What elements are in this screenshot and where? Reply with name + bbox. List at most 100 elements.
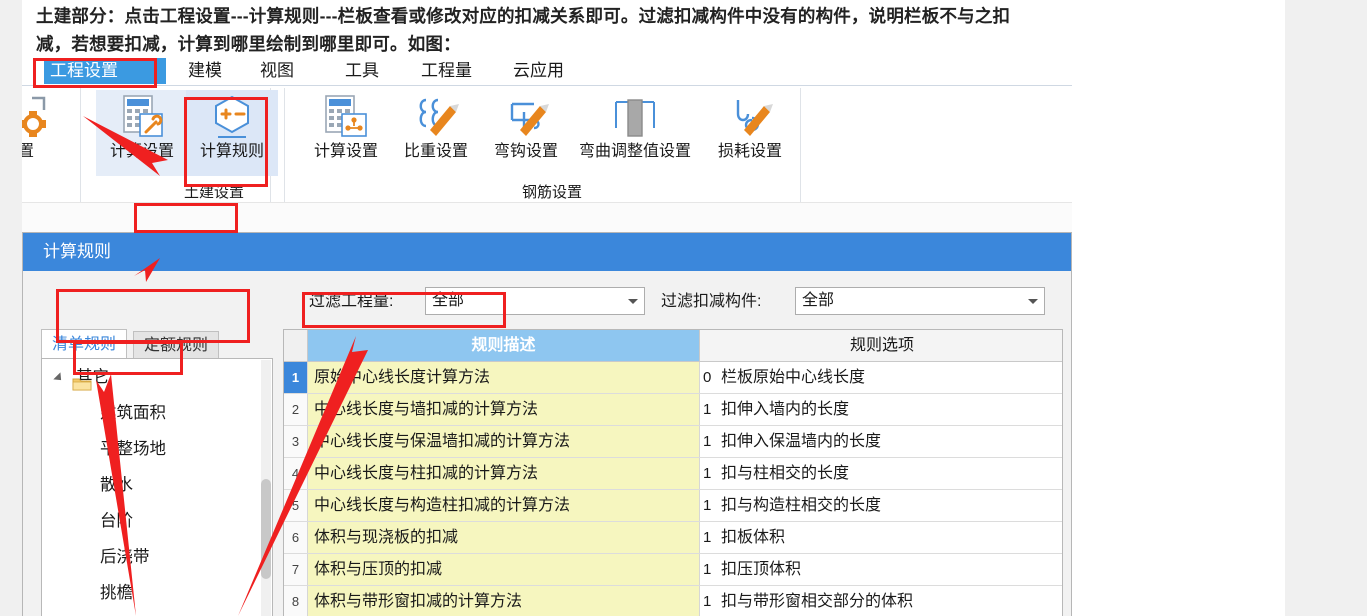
ribbon-button-calc-settings-civil-label: 计算设置 (109, 143, 174, 160)
ribbon-button-calc-rules-label: 计算规则 (199, 143, 264, 160)
rules-tab-bar: 清单规则 定额规则 (41, 329, 273, 359)
dialog-title: 计算规则 (23, 233, 1071, 271)
row-option[interactable]: 扣与柱相交的长度 (721, 458, 1062, 489)
ribbon-button-weight-settings[interactable]: 比重设置 (390, 90, 482, 176)
tab-quantity[interactable]: 工程量 (415, 58, 478, 84)
tree-item-label: 后浇带 (100, 548, 150, 566)
tree-item[interactable]: 散水 (42, 467, 272, 503)
ribbon-screenshot: 工程设置 建模 视图 工具 工程量 云应用 置 计算设置 计算规则 计算设置 比… (22, 56, 1072, 232)
row-option-number: 1 (703, 529, 712, 546)
tree-item-label: 建筑面积 (100, 404, 166, 422)
tab-list-rules[interactable]: 清单规则 (41, 329, 128, 359)
rules-tree[interactable]: 其它 建筑面积 平整场地 散水 台阶 后浇带 挑檐 雨篷 (41, 358, 273, 616)
tree-item[interactable]: 建筑面积 (42, 395, 272, 431)
ribbon-body: 置 计算设置 计算规则 计算设置 比重设置 弯钩设置 弯曲调整值设置 损耗设置 … (22, 86, 1072, 226)
chevron-expand-icon[interactable] (53, 372, 65, 384)
ribbon-footer (22, 202, 1072, 232)
gear-icon (22, 92, 72, 142)
ribbon-button-loss-settings[interactable]: 损耗设置 (704, 90, 796, 176)
tab-tools[interactable]: 工具 (339, 58, 385, 84)
table-row[interactable]: 6 体积与现浇板的扣减 1 扣板体积 (284, 522, 1062, 554)
rules-grid[interactable]: 规则描述 规则选项 1 原始中心线长度计算方法 0 栏板原始中心线长度 2 中心… (283, 329, 1063, 616)
tree-item[interactable]: 后浇带 (42, 539, 272, 575)
row-description[interactable]: 中心线长度与柱扣减的计算方法 (308, 458, 700, 489)
filter-deduct-combo[interactable]: 全部 (795, 287, 1045, 315)
bend-column-icon (570, 92, 700, 142)
tree-item[interactable]: 挑檐 (42, 575, 272, 611)
grid-header-row: 规则描述 规则选项 (284, 330, 1062, 362)
tree-item[interactable]: 雨篷 (42, 611, 272, 616)
ribbon-group-label-rebar: 钢筋设置 (521, 184, 582, 201)
hook-pencil-icon (480, 92, 572, 142)
filter-quantity-value: 全部 (432, 292, 465, 309)
tree-item[interactable]: 平整场地 (42, 431, 272, 467)
row-description[interactable]: 中心线长度与保温墙扣减的计算方法 (308, 426, 700, 457)
ribbon-button-bend-adjust-settings[interactable]: 弯曲调整值设置 (570, 90, 700, 176)
grid-header-description[interactable]: 规则描述 (308, 330, 700, 361)
ribbon-button-hook-settings[interactable]: 弯钩设置 (480, 90, 572, 176)
table-row[interactable]: 2 中心线长度与墙扣减的计算方法 1 扣伸入墙内的长度 (284, 394, 1062, 426)
row-option[interactable]: 扣与带形窗相交部分的体积 (721, 586, 1062, 616)
tab-quota-rules[interactable]: 定额规则 (133, 331, 220, 359)
ribbon-button-truncated[interactable]: 置 (22, 90, 72, 176)
folder-icon (72, 369, 92, 391)
page-right-gutter (1285, 0, 1367, 616)
row-option-number: 1 (703, 401, 712, 418)
filter-quantity-combo[interactable]: 全部 (425, 287, 645, 315)
plus-minus-hexagon-icon (186, 92, 278, 142)
ribbon-button-hook-settings-label: 弯钩设置 (493, 143, 558, 160)
calculator-wrench-icon (96, 92, 188, 142)
row-number: 8 (284, 586, 308, 616)
tab-project-settings[interactable]: 工程设置 (44, 58, 166, 84)
row-description[interactable]: 体积与带形窗扣减的计算方法 (308, 586, 700, 616)
ribbon-button-loss-settings-label: 损耗设置 (717, 143, 782, 160)
table-row[interactable]: 8 体积与带形窗扣减的计算方法 1 扣与带形窗相交部分的体积 (284, 586, 1062, 616)
rules-side-panel: 清单规则 定额规则 其它 建筑面积 平整场地 散水 台阶 后浇带 挑檐 (41, 329, 273, 616)
grid-header-option[interactable]: 规则选项 (701, 330, 1062, 361)
row-description[interactable]: 原始中心线长度计算方法 (308, 362, 700, 393)
filter-deduct-label: 过滤扣减构件: (661, 293, 762, 310)
ribbon-button-bend-adjust-settings-label: 弯曲调整值设置 (578, 143, 691, 160)
table-row[interactable]: 7 体积与压顶的扣减 1 扣压顶体积 (284, 554, 1062, 586)
row-option[interactable]: 扣压顶体积 (721, 554, 1062, 585)
tab-view[interactable]: 视图 (254, 58, 300, 84)
ribbon-button-calc-rules[interactable]: 计算规则 (186, 90, 278, 176)
ribbon-button-calc-settings-rebar-label: 计算设置 (313, 143, 378, 160)
row-number: 4 (284, 458, 308, 489)
table-row[interactable]: 1 原始中心线长度计算方法 0 栏板原始中心线长度 (284, 362, 1062, 394)
table-row[interactable]: 4 中心线长度与柱扣减的计算方法 1 扣与柱相交的长度 (284, 458, 1062, 490)
tree-item-label: 挑檐 (100, 584, 133, 602)
tree-item-label: 平整场地 (100, 440, 166, 458)
row-option-number: 1 (703, 561, 712, 578)
row-option-number: 1 (703, 465, 712, 482)
tab-cloud-apps[interactable]: 云应用 (507, 58, 570, 84)
row-number: 2 (284, 394, 308, 425)
row-option[interactable]: 扣与构造柱相交的长度 (721, 490, 1062, 521)
tree-item[interactable]: 台阶 (42, 503, 272, 539)
row-description[interactable]: 中心线长度与墙扣减的计算方法 (308, 394, 700, 425)
calc-rules-dialog: 计算规则 过滤工程量: 全部 过滤扣减构件: 全部 清单规则 定额规则 其它 建… (22, 232, 1072, 616)
ribbon-group-label-civil: 土建设置 (183, 184, 244, 201)
row-option[interactable]: 扣板体积 (721, 522, 1062, 553)
row-description[interactable]: 中心线长度与构造柱扣减的计算方法 (308, 490, 700, 521)
row-number: 6 (284, 522, 308, 553)
filter-row: 过滤工程量: 全部 过滤扣减构件: 全部 (23, 287, 1071, 331)
row-option-number: 1 (703, 433, 712, 450)
table-row[interactable]: 5 中心线长度与构造柱扣减的计算方法 1 扣与构造柱相交的长度 (284, 490, 1062, 522)
chevron-down-icon (628, 299, 638, 304)
tab-modeling[interactable]: 建模 (182, 58, 228, 84)
ribbon-button-calc-settings-rebar[interactable]: 计算设置 (300, 90, 392, 176)
row-description[interactable]: 体积与压顶的扣减 (308, 554, 700, 585)
row-option[interactable]: 扣伸入墙内的长度 (721, 394, 1062, 425)
row-option[interactable]: 栏板原始中心线长度 (721, 362, 1062, 393)
ribbon-button-calc-settings-civil[interactable]: 计算设置 (96, 90, 188, 176)
grid-header-rownum (284, 330, 308, 361)
filter-quantity-label: 过滤工程量: (309, 293, 394, 310)
row-option-number: 1 (703, 593, 712, 610)
tree-item-label: 散水 (100, 476, 133, 494)
table-row[interactable]: 3 中心线长度与保温墙扣减的计算方法 1 扣伸入保温墙内的长度 (284, 426, 1062, 458)
row-option[interactable]: 扣伸入保温墙内的长度 (721, 426, 1062, 457)
tree-item-root[interactable]: 其它 (42, 359, 272, 395)
row-description[interactable]: 体积与现浇板的扣减 (308, 522, 700, 553)
ribbon-button-weight-settings-label: 比重设置 (403, 143, 468, 160)
